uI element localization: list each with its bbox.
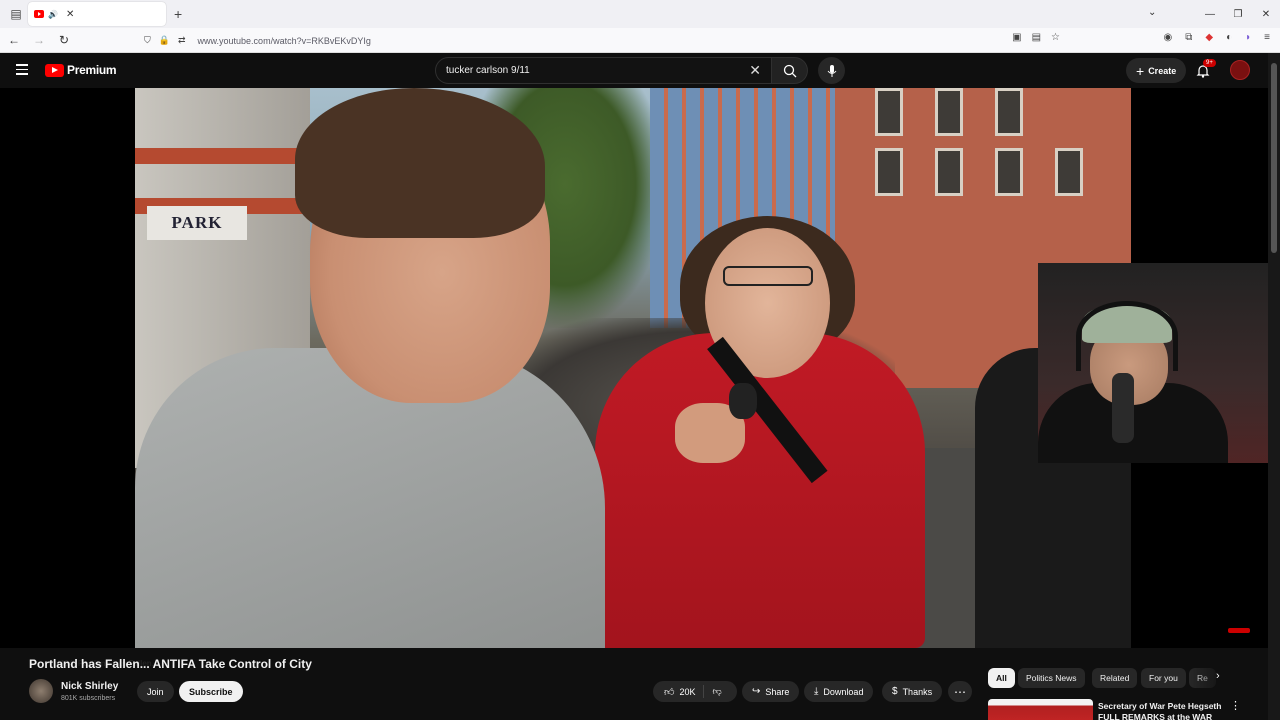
share-arrow-icon: ↪ <box>752 686 761 697</box>
download-label: Download <box>823 686 864 697</box>
clear-search-icon[interactable]: ✕ <box>749 62 761 79</box>
back-icon[interactable]: ← <box>3 29 25 51</box>
lock-icon[interactable]: 🔒 <box>159 35 170 46</box>
youtube-play-logo-icon <box>45 63 64 77</box>
extensions-icon[interactable]: ⧉ <box>1185 32 1192 43</box>
guide-menu-icon[interactable] <box>16 64 28 78</box>
share-button[interactable]: ↪ Share <box>742 681 800 702</box>
join-button[interactable]: Join <box>137 681 174 702</box>
channel-watermark-icon <box>1228 628 1250 633</box>
video-title: Portland has Fallen... ANTIFA Take Contr… <box>29 657 312 671</box>
channel-name[interactable]: Nick Shirley <box>61 681 118 692</box>
purple-extension-icon[interactable]: ◗ <box>1245 32 1251 43</box>
scrollbar-thumb[interactable] <box>1271 63 1277 253</box>
recommended-video-title[interactable]: Secretary of War Pete Hegseth FULL REMAR… <box>1098 701 1226 720</box>
tab-overflow-chevron-icon[interactable]: ⌄ <box>1148 7 1156 18</box>
download-button[interactable]: ⤓ Download <box>804 681 874 702</box>
brand-label: Premium <box>67 63 117 77</box>
chip-all[interactable]: All <box>988 668 1015 688</box>
voice-search-button[interactable] <box>818 57 845 84</box>
youtube-header: Premium tucker carlson 9/11 ✕ + Create 9… <box>0 53 1280 88</box>
like-count: 20K <box>679 686 696 697</box>
chips-fade-overlay <box>1190 668 1230 688</box>
channel-avatar[interactable] <box>29 679 53 703</box>
notification-count-badge: 9+ <box>1203 59 1216 67</box>
chip-for-you[interactable]: For you <box>1141 668 1186 688</box>
scene-microphone <box>729 383 757 419</box>
create-label: Create <box>1148 65 1177 76</box>
video-frame[interactable]: PARK <box>135 88 1131 648</box>
account-avatar[interactable] <box>1230 60 1250 80</box>
subscriber-count: 801K subscribers <box>61 695 116 702</box>
browser-tabbar: ▤ 🔊 (464) Portland has Fallen... / ✕ + ⌄… <box>0 0 1280 668</box>
shield-icon[interactable]: ⛉ <box>144 35 151 46</box>
address-bar-actions: ▣ ▤ ☆ <box>1012 32 1060 43</box>
thumbs-up-icon: 👍︎ <box>664 686 675 698</box>
search-query[interactable]: tucker carlson 9/11 <box>446 65 749 76</box>
address-bar[interactable]: ⛉ 🔒 ⇄ www.youtube.com/watch?v=RKBvEKvDYI… <box>144 30 1062 51</box>
recommended-video-thumbnail[interactable] <box>988 699 1093 720</box>
picture-in-picture-icon[interactable]: ▣ <box>1012 32 1021 43</box>
audio-extension-icon[interactable]: ◐ <box>1226 32 1232 43</box>
search-icon <box>783 64 796 77</box>
download-icon: ⤓ <box>814 686 819 697</box>
scene-woman-dress <box>595 333 925 648</box>
audio-playing-icon[interactable]: 🔊 <box>48 10 58 19</box>
close-tab-icon[interactable]: ✕ <box>66 9 74 20</box>
forward-icon[interactable]: → <box>28 29 50 51</box>
chip-related[interactable]: Related <box>1092 668 1138 688</box>
reload-icon[interactable]: ↻ <box>53 29 75 51</box>
video-player[interactable]: PARK <box>0 88 1268 648</box>
dislike-button[interactable]: 👎︎ <box>704 686 721 697</box>
thanks-icon: $ <box>892 686 898 697</box>
new-tab-icon[interactable]: + <box>174 6 182 22</box>
share-label: Share <box>765 686 790 697</box>
more-actions-button[interactable]: ⋯ <box>948 681 972 702</box>
create-button[interactable]: + Create <box>1126 58 1187 83</box>
thanks-label: Thanks <box>902 686 933 697</box>
like-button[interactable]: 👍︎ 20K <box>653 685 705 698</box>
url-text[interactable]: www.youtube.com/watch?v=RKBvEKvDYIg <box>198 36 371 46</box>
browser-navbar: ← → ↻ ⛉ 🔒 ⇄ www.youtube.com/watch?v=RKBv… <box>0 28 1280 53</box>
plus-icon: + <box>1136 62 1145 79</box>
search-button[interactable] <box>772 57 808 84</box>
more-horizontal-icon: ⋯ <box>954 684 966 699</box>
subscribe-button[interactable]: Subscribe <box>179 681 243 702</box>
account-icon[interactable]: ◉ <box>1163 32 1172 43</box>
bookmark-star-icon[interactable]: ☆ <box>1051 32 1060 43</box>
minimize-icon[interactable]: — <box>1196 9 1224 20</box>
youtube-favicon-icon <box>34 10 44 18</box>
like-dislike-group: 👍︎ 20K 👎︎ <box>653 681 737 702</box>
fox-extension-icon[interactable]: ◆ <box>1205 32 1213 43</box>
thanks-button[interactable]: $ Thanks <box>882 681 943 702</box>
extension-toolbar: ◉ ⧉ ◆ ◐ ◗ ≡ <box>1163 32 1270 43</box>
chevron-right-icon[interactable]: › <box>1216 670 1220 682</box>
page-scrollbar[interactable] <box>1268 53 1280 720</box>
search-input[interactable]: tucker carlson 9/11 ✕ <box>435 57 772 84</box>
tab-list-icon[interactable]: ▤ <box>4 2 28 26</box>
youtube-premium-logo[interactable]: Premium <box>45 63 117 77</box>
more-vertical-icon[interactable]: ⋮ <box>1230 699 1241 712</box>
window-controls: — ❐ ✕ <box>1196 0 1280 28</box>
scene-woman-glasses <box>723 266 813 286</box>
reader-view-icon[interactable]: ▤ <box>1032 32 1041 43</box>
park-sign: PARK <box>147 206 247 240</box>
permissions-icon[interactable]: ⇄ <box>178 35 186 46</box>
thumbs-down-icon: 👎︎ <box>712 686 722 696</box>
microphone-icon <box>827 64 836 77</box>
restore-icon[interactable]: ❐ <box>1224 9 1252 20</box>
menu-icon[interactable]: ≡ <box>1264 32 1270 43</box>
chip-politics-news[interactable]: Politics News <box>1018 668 1085 688</box>
browser-tab-active[interactable]: 🔊 (464) Portland has Fallen... / ✕ <box>28 2 166 668</box>
notifications-button[interactable]: 9+ <box>1196 59 1216 83</box>
streamer-webcam-overlay <box>1038 263 1268 463</box>
close-window-icon[interactable]: ✕ <box>1252 9 1280 20</box>
